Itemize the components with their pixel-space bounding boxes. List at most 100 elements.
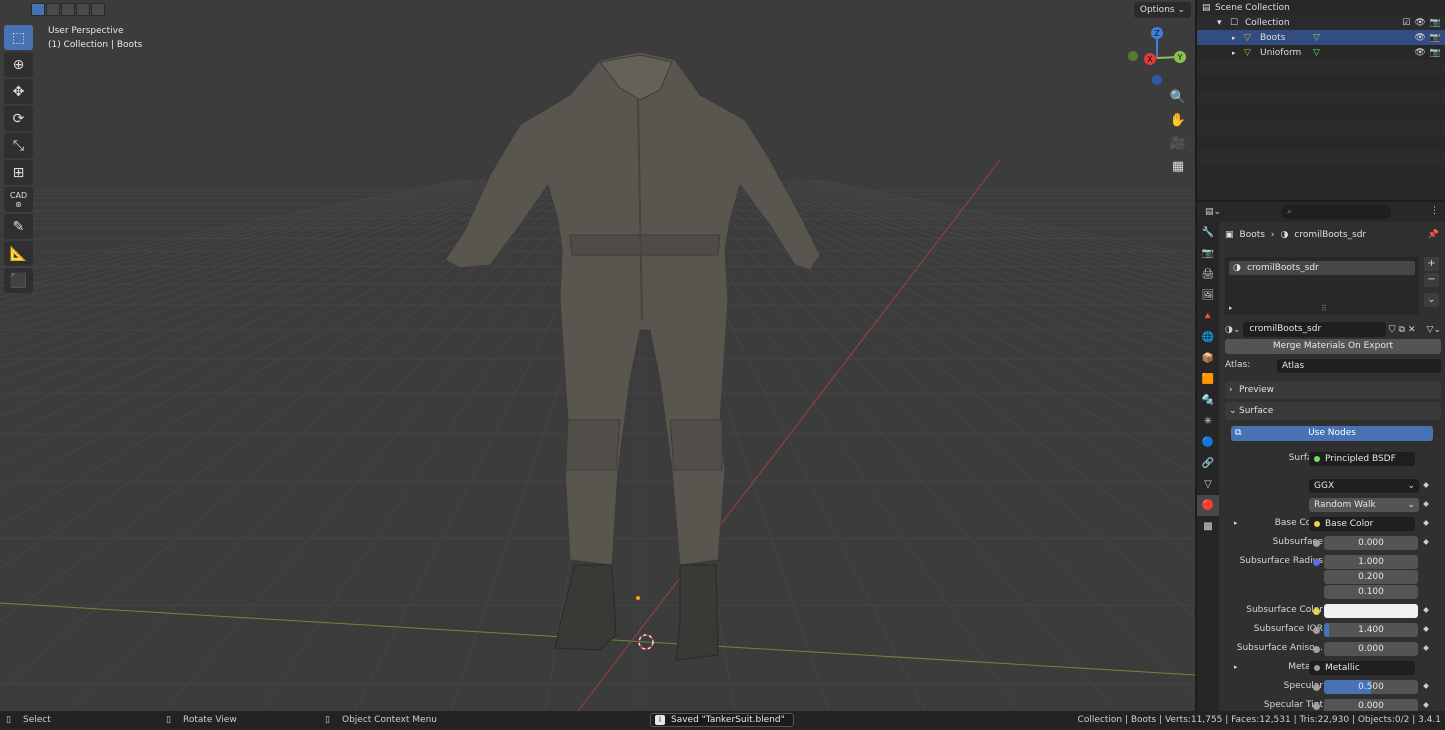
- pin-icon[interactable]: ⋮: [1430, 206, 1439, 216]
- keyframe-icon[interactable]: [1423, 683, 1429, 689]
- eye-icon[interactable]: 👁: [1414, 48, 1425, 58]
- distribution-select[interactable]: GGX ⌄: [1309, 479, 1419, 493]
- link-type-icon[interactable]: ▽⌄: [1427, 325, 1441, 335]
- keyframe-icon[interactable]: [1423, 626, 1429, 632]
- output-tab-icon[interactable]: 🖨: [1197, 264, 1219, 285]
- mode-subtract-icon[interactable]: [61, 3, 75, 16]
- particles-tab-icon[interactable]: ✳: [1197, 411, 1219, 432]
- texture-tab-icon[interactable]: ▩: [1197, 516, 1219, 537]
- properties-search-input[interactable]: ⌕: [1281, 205, 1391, 219]
- material-name-field[interactable]: cromilBoots_sdr: [1243, 322, 1386, 337]
- tool-tab-icon[interactable]: 🔧: [1197, 222, 1219, 243]
- object-tab-icon[interactable]: 🟧: [1197, 369, 1219, 390]
- constraints-tab-icon[interactable]: 🔗: [1197, 453, 1219, 474]
- subsurface-value-field[interactable]: 0.000: [1324, 536, 1418, 550]
- surface-shader-field[interactable]: Principled BSDF: [1309, 452, 1415, 466]
- mode-invert-icon[interactable]: [76, 3, 90, 16]
- subsurface-radius-y[interactable]: 0.200: [1324, 570, 1418, 584]
- scene-tab-icon[interactable]: 🔺: [1197, 306, 1219, 327]
- use-nodes-button[interactable]: ⧉ Use Nodes: [1231, 426, 1433, 441]
- annotate-tool[interactable]: ✎: [4, 214, 33, 239]
- mode-extend-icon[interactable]: [46, 3, 60, 16]
- zoom-icon[interactable]: 🔍: [1168, 90, 1188, 113]
- mode-new-icon[interactable]: [31, 3, 45, 16]
- mesh-data-icon[interactable]: ▽: [1313, 33, 1320, 43]
- options-dropdown[interactable]: Options ⌄: [1133, 2, 1191, 18]
- expand-right-icon[interactable]: ▸: [1229, 304, 1233, 312]
- scale-tool[interactable]: ⤡: [4, 133, 33, 158]
- unlink-material-icon[interactable]: ✕: [1408, 325, 1416, 335]
- mesh-data-icon[interactable]: ▽: [1313, 48, 1320, 58]
- tanker-suit-model[interactable]: [444, 51, 821, 661]
- preview-panel-header[interactable]: › Preview: [1225, 381, 1441, 399]
- select-box-tool[interactable]: ⬚: [4, 25, 33, 50]
- specular-slider[interactable]: 0.500: [1324, 680, 1418, 694]
- outliner-item-boots[interactable]: ▸ ▽ Boots ▽ 👁 📷: [1197, 30, 1445, 45]
- slot-specials-button[interactable]: ⌄: [1424, 293, 1439, 307]
- resize-grip-icon[interactable]: ⠿: [1321, 304, 1327, 313]
- data-tab-icon[interactable]: ▽: [1197, 474, 1219, 495]
- base-color-field[interactable]: Base Color: [1309, 517, 1415, 531]
- save-notification[interactable]: i Saved "TankerSuit.blend": [650, 713, 794, 727]
- subsurface-ior-slider[interactable]: 1.400: [1324, 623, 1418, 637]
- modifier-tab-icon[interactable]: 🔩: [1197, 390, 1219, 411]
- move-tool[interactable]: ✥: [4, 79, 33, 104]
- gizmo-neg-y-axis[interactable]: [1128, 51, 1138, 61]
- navigation-gizmo[interactable]: Z Y X: [1125, 24, 1190, 89]
- subsurface-aniso-field[interactable]: 0.000: [1324, 642, 1418, 656]
- camera-icon[interactable]: 🎥: [1168, 136, 1188, 159]
- duplicate-material-icon[interactable]: ⧉: [1399, 325, 1405, 335]
- material-browse-icon[interactable]: ◑⌄: [1225, 325, 1240, 335]
- physics-tab-icon[interactable]: 🔵: [1197, 432, 1219, 453]
- expand-right-icon[interactable]: ▸: [1234, 519, 1238, 527]
- mode-intersect-icon[interactable]: [91, 3, 105, 16]
- gizmo-neg-z-axis[interactable]: [1152, 75, 1162, 85]
- camera-render-icon[interactable]: 📷: [1430, 33, 1441, 43]
- subsurface-radius-x[interactable]: 1.000: [1324, 555, 1418, 569]
- add-slot-button[interactable]: +: [1424, 257, 1439, 271]
- keyframe-icon[interactable]: [1423, 501, 1429, 507]
- remove-slot-button[interactable]: −: [1424, 273, 1439, 287]
- grid-toggle-icon[interactable]: ▦: [1168, 159, 1188, 182]
- subsurface-color-swatch[interactable]: [1324, 604, 1418, 618]
- material-slot-list[interactable]: ◑ cromilBoots_sdr ▸ ⠿: [1225, 257, 1419, 315]
- outliner-scene-collection[interactable]: ▤ Scene Collection: [1197, 0, 1445, 15]
- expand-down-icon[interactable]: ▾: [1217, 18, 1222, 28]
- expand-right-icon[interactable]: ▸: [1232, 34, 1236, 42]
- add-cube-tool[interactable]: ⬛: [4, 268, 33, 293]
- view-layer-tab-icon[interactable]: 🖼: [1197, 285, 1219, 306]
- keyframe-icon[interactable]: [1423, 520, 1429, 526]
- collection-tab-icon[interactable]: 📦: [1197, 348, 1219, 369]
- pan-hand-icon[interactable]: ✋: [1168, 113, 1188, 136]
- surface-panel-header[interactable]: ⌄ Surface: [1225, 402, 1441, 420]
- world-tab-icon[interactable]: 🌐: [1197, 327, 1219, 348]
- render-tab-icon[interactable]: 📷: [1197, 243, 1219, 264]
- keyframe-icon[interactable]: [1423, 539, 1429, 545]
- editor-type-icon[interactable]: ▤⌄: [1205, 207, 1221, 217]
- fake-user-shield-icon[interactable]: ⛉: [1389, 325, 1396, 335]
- expand-right-icon[interactable]: ▸: [1232, 49, 1236, 57]
- cursor-tool[interactable]: ⊕: [4, 52, 33, 77]
- outliner-collection[interactable]: ▾ ☐ Collection ☑ 👁 📷: [1197, 15, 1445, 30]
- pin-icon[interactable]: 📌: [1428, 230, 1439, 240]
- keyframe-icon[interactable]: [1423, 607, 1429, 613]
- material-tab-icon[interactable]: 🔴: [1197, 495, 1219, 516]
- merge-materials-button[interactable]: Merge Materials On Export: [1225, 339, 1441, 354]
- subsurface-radius-z[interactable]: 0.100: [1324, 585, 1418, 599]
- 3d-viewport[interactable]: Options ⌄ User Perspective (1) Collectio…: [0, 0, 1195, 711]
- metallic-field[interactable]: Metallic: [1309, 661, 1415, 675]
- camera-render-icon[interactable]: 📷: [1430, 18, 1441, 28]
- keyframe-icon[interactable]: [1423, 702, 1429, 708]
- eye-icon[interactable]: 👁: [1414, 33, 1425, 43]
- material-slot-item[interactable]: ◑ cromilBoots_sdr: [1229, 261, 1415, 275]
- expand-right-icon[interactable]: ▸: [1234, 663, 1238, 671]
- keyframe-icon[interactable]: [1423, 482, 1429, 488]
- checkbox-icon[interactable]: ☑: [1402, 18, 1410, 28]
- camera-render-icon[interactable]: 📷: [1430, 48, 1441, 58]
- rotate-tool[interactable]: ⟳: [4, 106, 33, 131]
- eye-icon[interactable]: 👁: [1414, 18, 1425, 28]
- measure-tool[interactable]: 📐: [4, 241, 33, 266]
- sss-method-select[interactable]: Random Walk ⌄: [1309, 498, 1419, 512]
- outliner-item-unioform[interactable]: ▸ ▽ Unioform ▽ 👁 📷: [1197, 45, 1445, 60]
- transform-tool[interactable]: ⊞: [4, 160, 33, 185]
